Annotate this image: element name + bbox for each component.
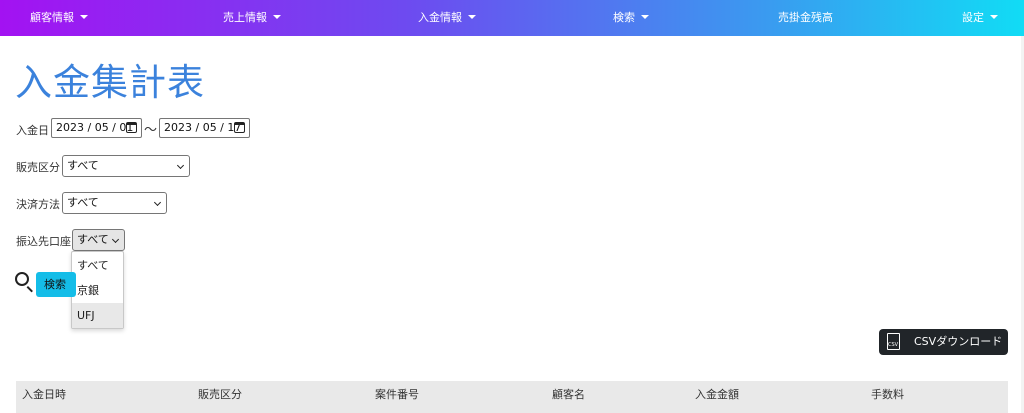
nav-settings[interactable]: 設定: [962, 0, 998, 36]
page-title: 入金集計表: [15, 61, 205, 104]
nav-customer-info[interactable]: 顧客情報: [30, 0, 88, 36]
account-option-ufj[interactable]: UFJ: [72, 303, 123, 328]
search-icon[interactable]: [15, 272, 29, 286]
chevron-down-icon: [153, 198, 162, 207]
chevron-down-icon: [176, 161, 185, 170]
search-button[interactable]: 検索: [36, 272, 76, 297]
account-dropdown-list: すべて 京銀 UFJ: [71, 251, 124, 329]
column-header[interactable]: 顧客名: [552, 381, 585, 413]
nav-search[interactable]: 検索: [613, 0, 649, 36]
nav-payment-info[interactable]: 入金情報: [418, 0, 476, 36]
caret-down-icon: [273, 15, 281, 19]
csv-file-icon: CSV: [887, 333, 900, 350]
payment-method-select[interactable]: すべて: [62, 192, 167, 214]
calendar-icon[interactable]: [234, 122, 245, 133]
nav-receivable-balance[interactable]: 売掛金残高: [778, 0, 833, 36]
caret-down-icon: [990, 15, 998, 19]
account-option-all[interactable]: すべて: [72, 253, 123, 278]
column-header[interactable]: 案件番号: [375, 381, 419, 413]
top-navigation: 顧客情報 売上情報 入金情報 検索 売掛金残高 設定: [0, 0, 1024, 36]
date-range-separator: 〜: [144, 123, 158, 138]
date-to-input[interactable]: 2023 / 05 / 17: [159, 118, 250, 138]
chevron-down-icon: [111, 235, 120, 244]
column-header[interactable]: 入金金額: [695, 381, 739, 413]
column-header[interactable]: 販売区分: [198, 381, 242, 413]
account-select[interactable]: すべて: [72, 229, 125, 251]
nav-sales-info[interactable]: 売上情報: [223, 0, 281, 36]
column-header[interactable]: 手数料: [871, 381, 904, 413]
caret-down-icon: [641, 15, 649, 19]
date-from-input[interactable]: 2023 / 05 / 01: [51, 118, 142, 138]
sales-type-select[interactable]: すべて: [62, 155, 190, 177]
table-header: 入金日時 販売区分 案件番号 顧客名 入金金額 手数料: [16, 381, 1008, 413]
account-label: 振込先口座: [16, 235, 71, 248]
csv-download-button[interactable]: CSV CSVダウンロード: [879, 329, 1008, 355]
sales-type-label: 販売区分: [16, 161, 60, 174]
account-option-kyogin[interactable]: 京銀: [72, 278, 123, 303]
caret-down-icon: [80, 15, 88, 19]
column-header[interactable]: 入金日時: [22, 381, 66, 413]
payment-method-label: 決済方法: [16, 198, 60, 211]
date-label: 入金日: [16, 124, 49, 137]
caret-down-icon: [468, 15, 476, 19]
calendar-icon[interactable]: [126, 122, 137, 133]
